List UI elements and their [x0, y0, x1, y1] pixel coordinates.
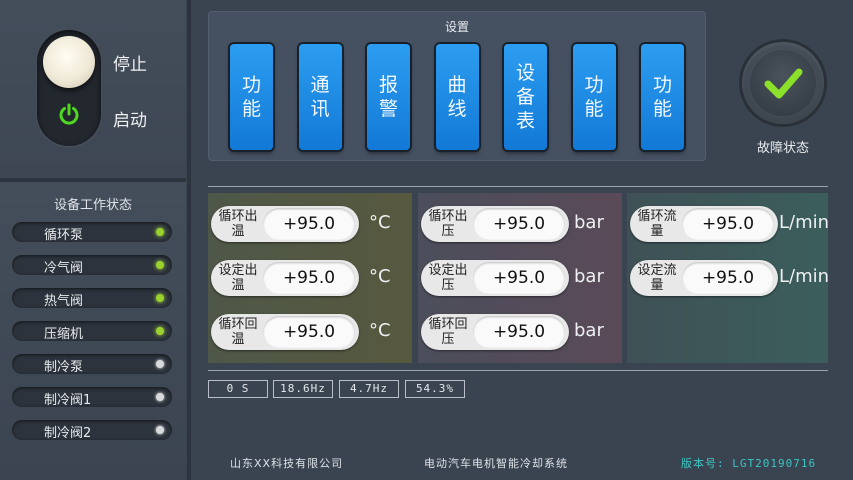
param-unit: bar — [574, 266, 604, 287]
param-value-field[interactable]: +95.0 — [473, 208, 565, 240]
status-item-label: 压缩机 — [44, 327, 84, 342]
status-item-label: 循环泵 — [44, 228, 84, 243]
param-value-field[interactable]: +95.0 — [263, 208, 355, 240]
device-status-title: 设备工作状态 — [53, 198, 132, 213]
divider — [187, 0, 191, 480]
status-item-label: 冷气阀 — [44, 261, 84, 276]
status-item: 冷气阀 — [12, 255, 172, 276]
settings-button-label: 功能 — [652, 74, 672, 120]
fault-status-label: 故障状态 — [756, 141, 809, 156]
temperature-param: 循环回温 +95.0 — [211, 314, 359, 350]
status-led-icon — [156, 360, 164, 368]
settings-button-label: 通讯 — [310, 74, 330, 120]
settings-button-label: 设备表 — [515, 62, 535, 132]
checkmark-icon — [764, 68, 803, 99]
status-led-icon — [156, 228, 164, 236]
param-name: 循环出温 — [218, 209, 258, 239]
flow-param: 循环流量 +95.0 — [630, 206, 778, 242]
temperature-param: 循环出温 +95.0 — [211, 206, 359, 242]
temperature-param: 设定出温 +95.0 — [211, 260, 359, 296]
param-unit: bar — [574, 212, 604, 233]
settings-button[interactable]: 功能 — [230, 44, 273, 150]
param-name: 设定出温 — [218, 263, 258, 293]
pressure-param: 循环出压 +95.0 — [421, 206, 569, 242]
system-name: 电动汽车电机智能冷却系统 — [424, 457, 568, 470]
param-value-field[interactable]: +95.0 — [682, 208, 774, 240]
param-value-field[interactable]: +95.0 — [682, 262, 774, 294]
settings-button-label: 功能 — [241, 74, 261, 120]
switch-knob[interactable] — [43, 36, 95, 88]
param-name: 设定出压 — [428, 263, 468, 293]
fault-indicator — [742, 42, 824, 124]
pressure-param: 循环回压 +95.0 — [421, 314, 569, 350]
settings-button[interactable]: 功能 — [641, 44, 684, 150]
param-value-field[interactable]: +95.0 — [473, 316, 565, 348]
status-item: 循环泵 — [12, 222, 172, 243]
company-name: 山东XX科技有限公司 — [230, 457, 344, 470]
param-unit: °C — [369, 212, 391, 233]
info-readout: 4.7Hz — [339, 380, 399, 398]
status-led-icon — [156, 393, 164, 401]
power-icon — [59, 103, 79, 125]
start-stop-switch[interactable] — [37, 30, 101, 146]
info-readout: 18.6Hz — [273, 380, 333, 398]
status-item: 压缩机 — [12, 321, 172, 342]
status-item: 制冷阀1 — [12, 387, 172, 408]
settings-button[interactable]: 曲线 — [435, 44, 479, 150]
param-value-field[interactable]: +95.0 — [473, 262, 565, 294]
param-name: 循环流量 — [637, 209, 677, 239]
param-name: 设定流量 — [637, 263, 677, 293]
settings-button-label: 报警 — [378, 74, 398, 120]
settings-button[interactable]: 报警 — [367, 44, 410, 150]
pressure-param: 设定出压 +95.0 — [421, 260, 569, 296]
info-readout: 54.3% — [405, 380, 465, 398]
param-unit: L/min — [779, 266, 830, 287]
stop-label: 停止 — [113, 55, 147, 75]
param-unit: °C — [369, 320, 391, 341]
param-name: 循环回压 — [428, 317, 468, 347]
settings-button[interactable]: 功能 — [572, 44, 616, 150]
divider — [208, 370, 828, 371]
settings-button[interactable]: 通讯 — [298, 44, 342, 150]
settings-button-label: 曲线 — [447, 74, 467, 120]
status-item-label: 制冷阀1 — [44, 393, 92, 408]
divider — [208, 186, 828, 187]
status-item: 制冷泵 — [12, 354, 172, 375]
start-label: 启动 — [113, 111, 147, 131]
settings-button[interactable]: 设备表 — [504, 44, 547, 150]
info-readout: 0 S — [208, 380, 268, 398]
settings-title: 设置 — [444, 20, 469, 34]
settings-button-label: 功能 — [584, 74, 604, 120]
status-item-label: 热气阀 — [44, 294, 84, 309]
param-unit: °C — [369, 266, 391, 287]
param-unit: bar — [574, 320, 604, 341]
flow-param: 设定流量 +95.0 — [630, 260, 778, 296]
param-name: 循环出压 — [428, 209, 468, 239]
status-led-icon — [156, 426, 164, 434]
status-item-label: 制冷泵 — [44, 360, 84, 375]
param-value-field[interactable]: +95.0 — [263, 262, 355, 294]
version-label: 版本号: LGT20190716 — [681, 457, 817, 470]
param-name: 循环回温 — [218, 317, 258, 347]
status-item: 热气阀 — [12, 288, 172, 309]
status-led-icon — [156, 327, 164, 335]
status-led-icon — [156, 261, 164, 269]
param-unit: L/min — [779, 212, 830, 233]
status-item: 制冷阀2 — [12, 420, 172, 441]
status-item-label: 制冷阀2 — [44, 426, 92, 441]
param-value-field[interactable]: +95.0 — [263, 316, 355, 348]
status-led-icon — [156, 294, 164, 302]
